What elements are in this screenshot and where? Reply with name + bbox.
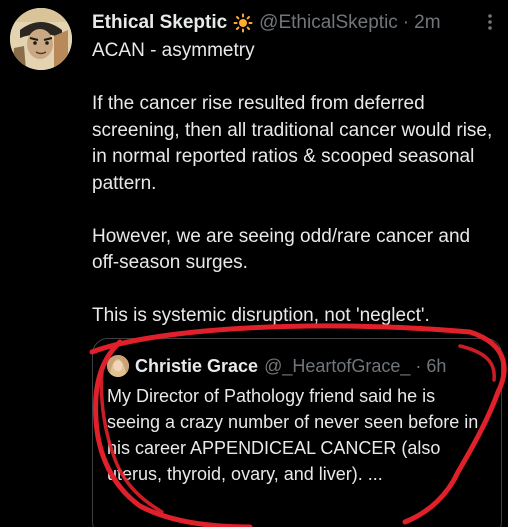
sun-icon	[233, 13, 253, 33]
avatar[interactable]	[10, 8, 72, 70]
author-name[interactable]: Ethical Skeptic	[92, 10, 227, 36]
quoted-tweet[interactable]: Christie Grace @_HeartofGrace_ · 6h My D…	[92, 338, 502, 527]
quoted-avatar	[107, 355, 129, 377]
tweet-header: Ethical Skeptic @EthicalSkeptic · 2m	[92, 10, 441, 36]
tweet-text: ACAN - asymmetry If the cancer rise resu…	[92, 38, 502, 330]
separator-dot: ·	[402, 12, 410, 33]
tweet-paragraph: This is systemic disruption, not 'neglec…	[92, 305, 430, 326]
avatar-image	[10, 8, 72, 70]
quoted-author-name: Christie Grace	[135, 355, 259, 376]
quoted-separator-dot: ·	[415, 355, 422, 376]
quoted-tweet-text: My Director of Pathology friend said he …	[107, 386, 479, 484]
tweet-paragraph: If the cancer rise resulted from deferre…	[92, 93, 493, 194]
quoted-avatar-image	[107, 355, 129, 377]
quoted-author-handle: @_HeartofGrace_	[264, 355, 411, 376]
tweet-title: ACAN - asymmetry	[92, 40, 255, 61]
timestamp[interactable]: 2m	[414, 10, 440, 36]
tweet[interactable]: Ethical Skeptic @EthicalSkeptic · 2m ACA…	[0, 0, 508, 527]
more-options-icon[interactable]	[486, 12, 494, 32]
tweet-paragraph: However, we are seeing odd/rare cancer a…	[92, 225, 471, 274]
author-handle[interactable]: @EthicalSkeptic	[259, 10, 398, 36]
quoted-timestamp: 6h	[426, 355, 447, 376]
quoted-tweet-header: Christie Grace @_HeartofGrace_ · 6h	[107, 354, 446, 378]
